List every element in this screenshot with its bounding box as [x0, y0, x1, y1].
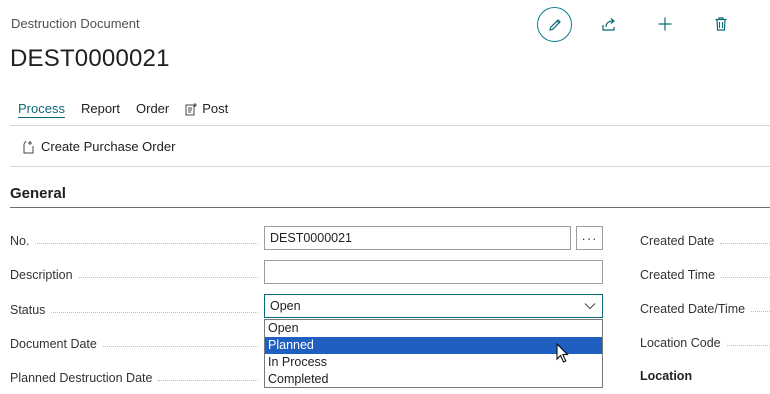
status-option-open[interactable]: Open: [265, 320, 602, 337]
share-button[interactable]: [599, 14, 619, 34]
status-option-completed[interactable]: Completed: [265, 371, 602, 388]
new-document-icon: [23, 140, 34, 153]
status-value: Open: [270, 299, 301, 313]
menu-process[interactable]: Process: [18, 101, 65, 116]
created-datetime-label: Created Date/Time: [640, 296, 770, 316]
status-select[interactable]: Open: [264, 294, 603, 318]
section-general-title[interactable]: General: [10, 185, 66, 202]
description-input[interactable]: [265, 261, 602, 283]
no-input[interactable]: [265, 227, 570, 249]
location-group-title: Location: [640, 369, 693, 383]
edit-icon: [548, 18, 561, 31]
planned-destruction-date-label: Planned Destruction Date: [10, 365, 258, 385]
chevron-down-icon: [584, 303, 596, 310]
share-icon: [602, 18, 615, 31]
created-date-label: Created Date: [640, 228, 770, 248]
status-option-in-process[interactable]: In Process: [265, 354, 602, 371]
created-time-label: Created Time: [640, 262, 770, 282]
mouse-pointer-icon: [556, 343, 569, 363]
post-icon: [185, 102, 198, 115]
menu-post-label: Post: [202, 101, 229, 116]
edit-button[interactable]: [537, 7, 572, 42]
location-code-label: Location Code: [640, 330, 770, 350]
section-divider: [10, 207, 770, 208]
delete-icon: [715, 17, 727, 31]
create-purchase-order-button[interactable]: Create Purchase Order: [22, 139, 175, 154]
description-field[interactable]: [264, 260, 603, 284]
delete-button[interactable]: [711, 14, 731, 34]
menu-report[interactable]: Report: [81, 101, 120, 116]
no-label: No.: [10, 228, 258, 248]
status-dropdown-list: Open Planned In Process Completed: [264, 319, 603, 388]
no-lookup-button[interactable]: ···: [576, 226, 603, 250]
create-purchase-order-label: Create Purchase Order: [41, 139, 176, 154]
new-button[interactable]: [655, 14, 675, 34]
no-field[interactable]: [264, 226, 571, 250]
page-caption: Destruction Document: [11, 16, 140, 31]
action-divider: [10, 166, 770, 167]
description-label: Description: [10, 262, 258, 282]
action-menu: Process Report Order Post: [18, 101, 244, 116]
page-title: DEST0000021: [10, 45, 170, 72]
status-option-planned[interactable]: Planned: [265, 337, 602, 354]
menu-order[interactable]: Order: [136, 101, 169, 116]
status-label: Status: [10, 297, 258, 317]
document-date-label: Document Date: [10, 331, 258, 351]
menu-divider: [10, 125, 770, 126]
menu-post[interactable]: Post: [185, 101, 228, 116]
top-action-bar: [537, 7, 747, 42]
new-icon: [658, 17, 672, 31]
